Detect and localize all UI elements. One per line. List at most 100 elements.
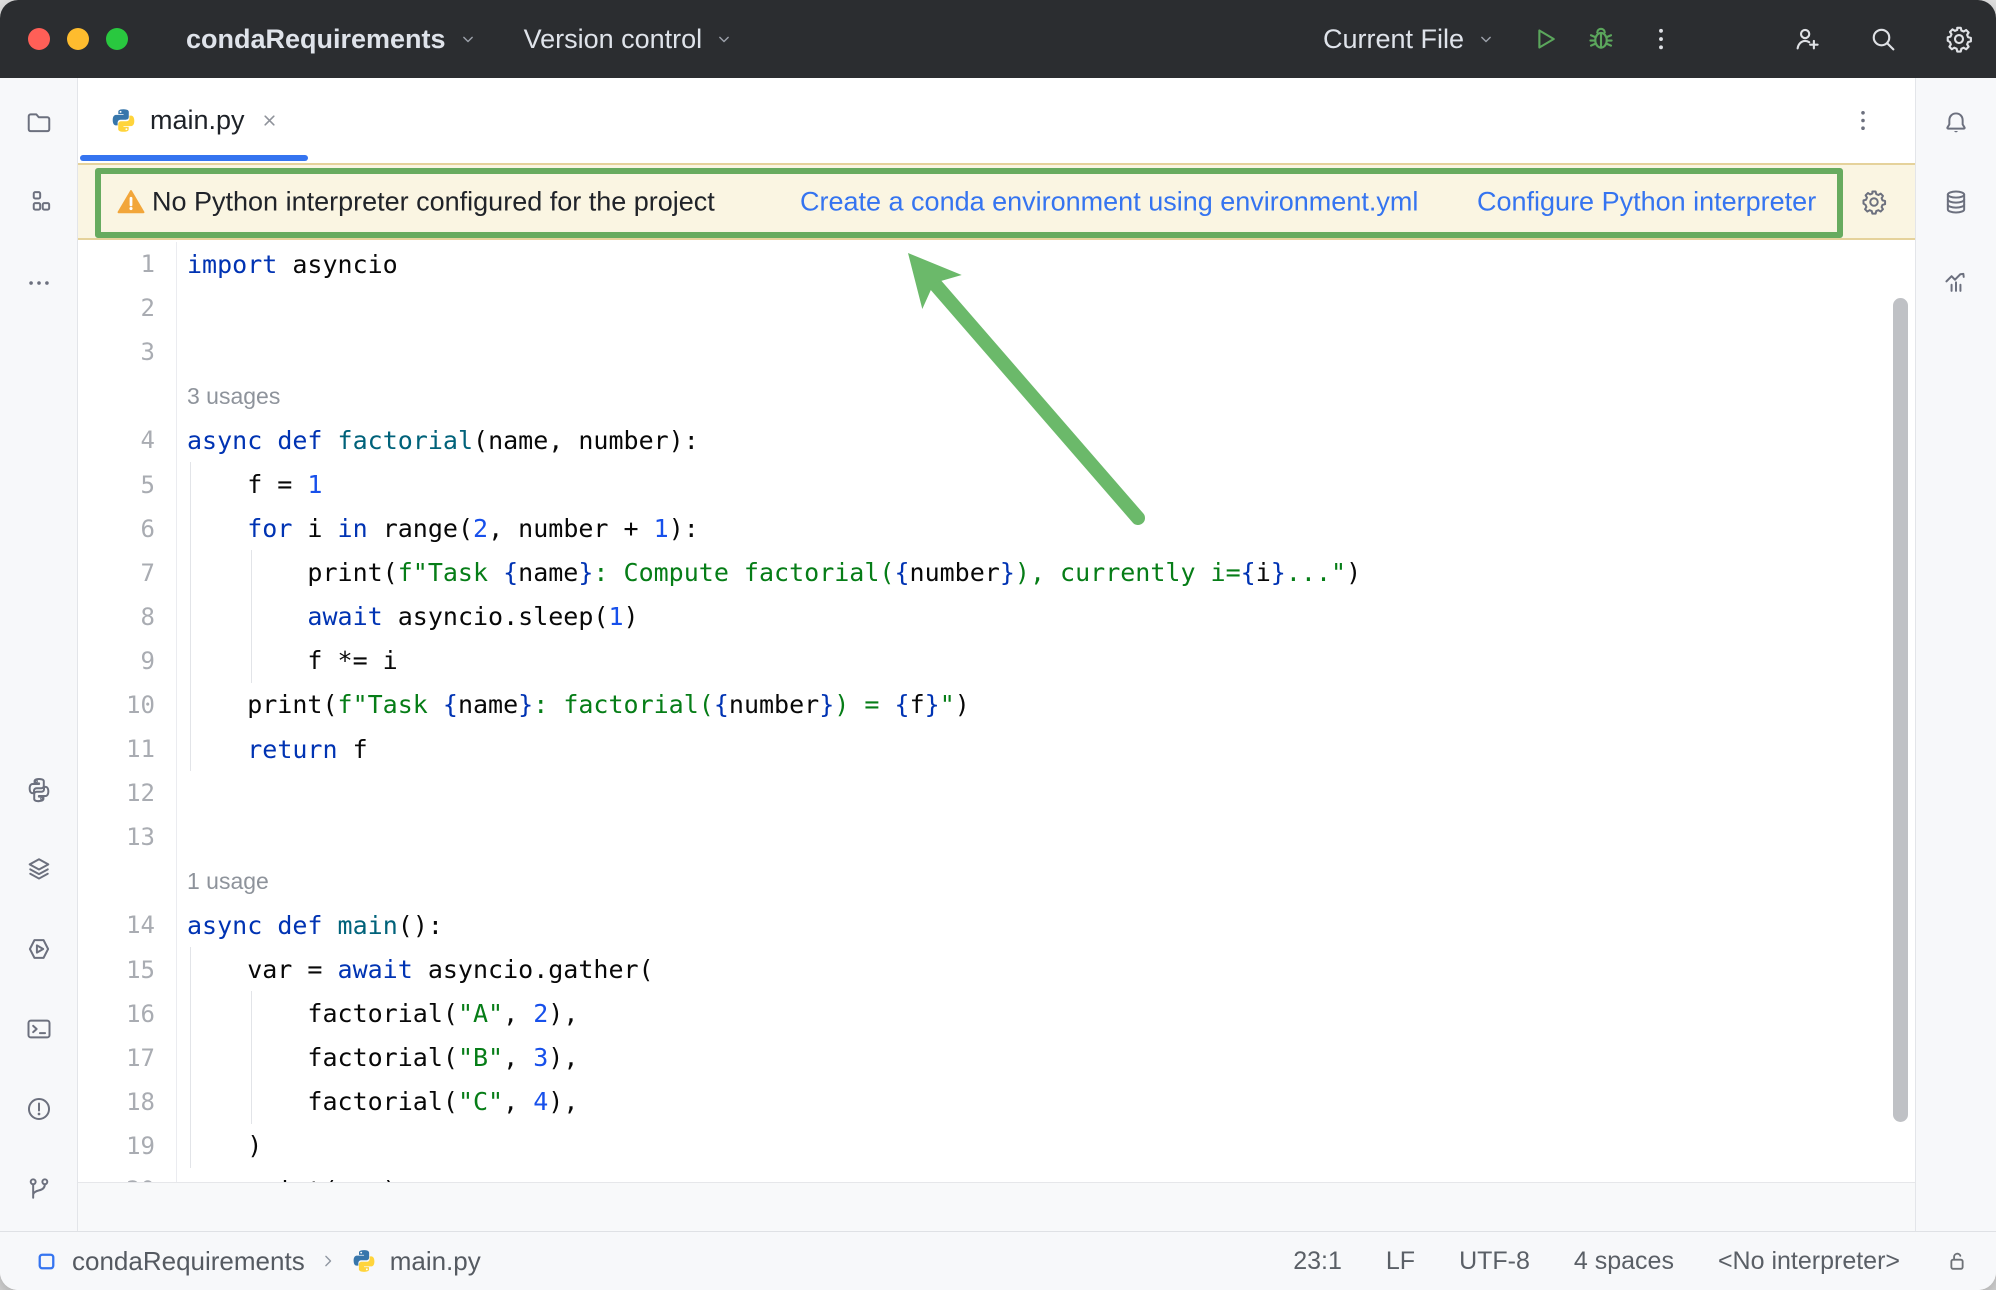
right-tool-stripe xyxy=(1915,78,1996,1231)
code-row: 12 xyxy=(78,771,1915,815)
line-number-gutter[interactable]: 4 xyxy=(78,426,155,454)
usages-inlay-hint[interactable]: 1 usage xyxy=(155,868,269,895)
code-line[interactable]: factorial("A", 2), xyxy=(155,999,578,1028)
code-line[interactable]: f = 1 xyxy=(155,470,322,499)
code-line[interactable]: async def factorial(name, number): xyxy=(155,426,699,455)
line-number-gutter[interactable]: 7 xyxy=(78,559,155,587)
code-area[interactable]: 1import asyncio233 usages4async def fact… xyxy=(78,242,1915,1182)
indent-guide xyxy=(251,991,252,1124)
code-line[interactable]: factorial("B", 3), xyxy=(155,1043,578,1072)
code-row: 5 f = 1 xyxy=(78,462,1915,506)
terminal-icon[interactable] xyxy=(25,1015,53,1043)
code-line[interactable]: f *= i xyxy=(155,646,398,675)
line-number-gutter[interactable]: 15 xyxy=(78,956,155,984)
more-actions-button[interactable] xyxy=(1646,24,1676,54)
line-number-gutter[interactable]: 6 xyxy=(78,515,155,543)
profiler-chart-icon[interactable] xyxy=(1942,269,1970,297)
line-number-gutter[interactable]: 19 xyxy=(78,1132,155,1160)
line-number-gutter[interactable]: 13 xyxy=(78,823,155,851)
code-line[interactable]: print(f"Task {name}: factorial({number})… xyxy=(155,690,970,719)
line-number-gutter[interactable]: 10 xyxy=(78,691,155,719)
tab-options-button[interactable] xyxy=(1849,78,1877,163)
close-tab-icon[interactable] xyxy=(258,109,281,132)
indent-guide xyxy=(251,550,252,683)
line-number-gutter[interactable]: 8 xyxy=(78,603,155,631)
python-console-icon[interactable] xyxy=(25,935,53,963)
python-file-icon xyxy=(110,107,137,134)
tab-main-py[interactable]: main.py xyxy=(80,78,308,163)
code-row: 20 print(var) xyxy=(78,1168,1915,1182)
banner-settings-gear-icon[interactable] xyxy=(1860,188,1888,216)
indent-widget[interactable]: 4 spaces xyxy=(1574,1247,1674,1276)
breadcrumb-project[interactable]: condaRequirements xyxy=(72,1246,305,1277)
code-line[interactable]: print(f"Task {name}: Compute factorial({… xyxy=(155,558,1361,587)
line-number-gutter[interactable]: 17 xyxy=(78,1044,155,1072)
line-number-gutter[interactable]: 18 xyxy=(78,1088,155,1116)
more-tool-windows-icon[interactable] xyxy=(25,269,53,297)
caret-position-widget[interactable]: 23:1 xyxy=(1293,1247,1342,1276)
code-row: 17 factorial("B", 3), xyxy=(78,1036,1915,1080)
search-everywhere-button[interactable] xyxy=(1868,24,1898,54)
notifications-bell-icon[interactable] xyxy=(1942,109,1970,137)
line-ending-widget[interactable]: LF xyxy=(1386,1247,1415,1276)
pycharm-window: condaRequirements Version control Curren… xyxy=(0,0,1996,1290)
code-line[interactable]: for i in range(2, number + 1): xyxy=(155,514,699,543)
encoding-widget[interactable]: UTF-8 xyxy=(1459,1247,1530,1276)
indent-guide xyxy=(190,462,191,771)
database-icon[interactable] xyxy=(1942,188,1970,216)
interpreter-widget[interactable]: <No interpreter> xyxy=(1718,1247,1900,1276)
editor-tab-bar: main.py xyxy=(78,78,1915,163)
line-number-gutter[interactable]: 16 xyxy=(78,1000,155,1028)
code-line[interactable]: var = await asyncio.gather( xyxy=(155,955,654,984)
line-number-gutter[interactable]: 2 xyxy=(78,294,155,322)
code-row: 7 print(f"Task {name}: Compute factorial… xyxy=(78,551,1915,595)
run-configuration-selector[interactable]: Current File xyxy=(1323,24,1464,55)
project-selector[interactable]: condaRequirements xyxy=(186,24,446,55)
chevron-down-icon xyxy=(714,29,734,49)
line-number-gutter[interactable]: 9 xyxy=(78,647,155,675)
code-row: 2 xyxy=(78,286,1915,330)
line-number-gutter[interactable]: 14 xyxy=(78,911,155,939)
configure-interpreter-link[interactable]: Configure Python interpreter xyxy=(1477,186,1816,217)
code-row: 13 xyxy=(78,815,1915,859)
code-row: 9 f *= i xyxy=(78,639,1915,683)
debug-button[interactable] xyxy=(1586,24,1616,54)
breadcrumb: condaRequirements main.py xyxy=(34,1232,481,1290)
editor-scrollbar[interactable] xyxy=(1893,298,1908,1122)
code-line[interactable]: import asyncio xyxy=(155,250,398,279)
code-row: 1import asyncio xyxy=(78,242,1915,286)
tab-label: main.py xyxy=(150,105,245,136)
line-number-gutter[interactable]: 11 xyxy=(78,735,155,763)
code-with-me-button[interactable] xyxy=(1792,24,1822,54)
line-number-gutter[interactable]: 5 xyxy=(78,471,155,499)
structure-icon[interactable] xyxy=(25,188,53,216)
code-line[interactable]: factorial("C", 4), xyxy=(155,1087,578,1116)
python-packages-icon[interactable] xyxy=(25,776,53,804)
code-row: 3 xyxy=(78,330,1915,374)
code-editor[interactable]: No Python interpreter configured for the… xyxy=(78,163,1915,1182)
usages-inlay-hint[interactable]: 3 usages xyxy=(155,383,280,410)
code-row: 8 await asyncio.sleep(1) xyxy=(78,595,1915,639)
zoom-window-button[interactable] xyxy=(106,28,128,50)
settings-gear-button[interactable] xyxy=(1944,24,1974,54)
line-number-gutter[interactable]: 12 xyxy=(78,779,155,807)
services-icon[interactable] xyxy=(25,855,53,883)
project-folder-icon[interactable] xyxy=(25,109,53,137)
create-conda-env-link[interactable]: Create a conda environment using environ… xyxy=(800,186,1418,217)
breadcrumb-file[interactable]: main.py xyxy=(390,1246,481,1277)
code-row: 15 var = await asyncio.gather( xyxy=(78,948,1915,992)
code-line[interactable]: await asyncio.sleep(1) xyxy=(155,602,639,631)
unlocked-padlock-icon[interactable] xyxy=(1944,1248,1970,1274)
line-number-gutter[interactable]: 1 xyxy=(78,250,155,278)
vcs-widget[interactable]: Version control xyxy=(524,24,703,55)
code-line[interactable]: ) xyxy=(155,1131,262,1160)
minimize-window-button[interactable] xyxy=(67,28,89,50)
run-button[interactable] xyxy=(1530,24,1560,54)
close-window-button[interactable] xyxy=(28,28,50,50)
problems-icon[interactable] xyxy=(25,1095,53,1123)
code-line[interactable]: return f xyxy=(155,735,368,764)
indent-guide xyxy=(190,947,191,1168)
line-number-gutter[interactable]: 3 xyxy=(78,338,155,366)
code-line[interactable]: async def main(): xyxy=(155,911,443,940)
git-branch-icon[interactable] xyxy=(25,1175,53,1203)
